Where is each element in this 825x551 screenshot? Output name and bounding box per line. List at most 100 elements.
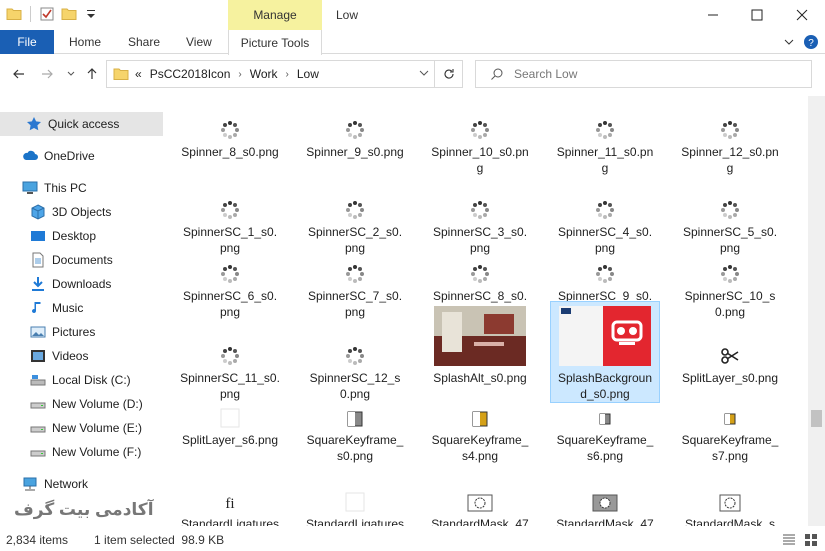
customize-dropdown-icon[interactable] (83, 6, 99, 22)
refresh-button[interactable] (434, 61, 462, 87)
file-item[interactable]: SplitLayer_s0.png (676, 302, 784, 386)
network-icon (23, 477, 37, 491)
nav-item-desktop[interactable]: Desktop (0, 224, 164, 248)
details-view-icon[interactable] (781, 532, 797, 548)
folder-icon (113, 68, 129, 80)
file-thumbnail (470, 238, 490, 284)
vertical-scrollbar[interactable] (808, 96, 825, 526)
file-item[interactable]: StandardLigatures_s6.png (301, 466, 409, 526)
file-thumbnail (559, 302, 651, 366)
up-button[interactable] (83, 65, 101, 83)
file-item[interactable]: StandardMask_s0.png (676, 466, 784, 526)
nav-item-pictures[interactable]: Pictures (0, 320, 164, 344)
breadcrumb-item[interactable]: PsCC2018Icon (150, 67, 231, 81)
chevron-down-icon[interactable] (418, 67, 430, 79)
keyframe-thumbnail (347, 411, 363, 427)
file-item[interactable]: Spinner_12_s0.png (676, 96, 784, 176)
nav-item-local-disk-c[interactable]: Local Disk (C:) (0, 368, 164, 392)
file-thumbnail (720, 238, 740, 284)
file-item[interactable]: Spinner_11_s0.png (551, 96, 659, 176)
folder-icon[interactable] (6, 6, 22, 22)
nav-item-music[interactable]: Music (0, 296, 164, 320)
file-thumbnail (720, 302, 740, 366)
close-button[interactable] (779, 0, 824, 30)
file-item[interactable]: SplashAlt_s0.png (426, 302, 534, 386)
file-item[interactable]: Spinner_9_s0.png (301, 96, 409, 160)
spinner-thumbnail (346, 265, 364, 283)
file-item[interactable]: Spinner_8_s0.png (176, 96, 284, 160)
nav-item-videos[interactable]: Videos (0, 344, 164, 368)
file-item[interactable]: SpinnerSC_11_s0.png (176, 302, 284, 402)
nav-label: Desktop (52, 229, 97, 243)
file-item[interactable]: SquareKeyframe_s7.png (676, 402, 784, 464)
recent-locations-button[interactable] (62, 65, 80, 83)
file-thumbnail (220, 302, 240, 366)
help-icon[interactable]: ? (803, 34, 819, 50)
tab-file[interactable]: File (0, 30, 54, 54)
nav-label: New Volume (E:) (52, 421, 143, 435)
nav-item-quick-access[interactable]: Quick access (0, 112, 163, 136)
expand-ribbon-icon[interactable] (783, 36, 795, 48)
new-folder-icon[interactable] (61, 6, 77, 22)
chevron-right-icon[interactable]: › (286, 69, 289, 80)
splash-alt-thumbnail (434, 306, 526, 366)
breadcrumb-item[interactable]: Low (297, 67, 319, 81)
address-bar[interactable]: « PsCC2018Icon › Work › Low (106, 60, 463, 88)
desktop-icon (31, 231, 45, 241)
spinner-thumbnail (721, 121, 739, 139)
breadcrumb-overflow[interactable]: « (135, 67, 142, 81)
tab-share[interactable]: Share (128, 30, 160, 54)
back-button[interactable] (10, 65, 28, 83)
nav-item-documents[interactable]: Documents (0, 248, 164, 272)
nav-label: 3D Objects (52, 205, 112, 219)
file-item[interactable]: Spinner_10_s0.png (426, 96, 534, 176)
chevron-right-icon[interactable]: › (238, 69, 241, 80)
up-arrow-icon (87, 68, 97, 79)
nav-item-3d-objects[interactable]: 3D Objects (0, 200, 164, 224)
nav-item-volume-d[interactable]: New Volume (D:) (0, 392, 164, 416)
selection-info: 1 item selected 98.9 KB (94, 532, 225, 547)
large-icons-view-icon[interactable] (803, 532, 819, 548)
file-item[interactable]: SplitLayer_s6.png (176, 402, 284, 448)
file-item[interactable]: StandardMask_4718_s0.png (426, 466, 534, 526)
file-item[interactable]: StandardMask_4718_s6.png (551, 466, 659, 526)
breadcrumb-item[interactable]: Work (250, 67, 278, 81)
nav-label: Music (52, 301, 84, 315)
forward-arrow-icon (42, 69, 53, 79)
tab-view[interactable]: View (186, 30, 212, 54)
file-thumbnail (345, 302, 365, 366)
spinner-thumbnail (221, 265, 239, 283)
file-item[interactable]: SquareKeyframe_s6.png (551, 402, 659, 464)
search-input[interactable]: Search Low (475, 60, 812, 88)
minimize-button[interactable] (690, 0, 735, 30)
tab-picture-tools[interactable]: Picture Tools (228, 30, 322, 55)
forward-button[interactable] (38, 65, 56, 83)
disk-icon (30, 375, 46, 386)
nav-label: Downloads (52, 277, 112, 291)
ribbon-tabs: File Home Share View Picture Tools ? (0, 30, 825, 55)
nav-item-downloads[interactable]: Downloads (0, 272, 164, 296)
properties-icon[interactable] (39, 6, 55, 22)
tab-home[interactable]: Home (69, 30, 101, 54)
drive-icon (30, 426, 46, 433)
nav-item-this-pc[interactable]: This PC (0, 176, 164, 200)
scrollbar-thumb[interactable] (811, 410, 822, 427)
spinner-thumbnail (346, 347, 364, 365)
file-name: SquareKeyframe_s0.png (306, 433, 404, 463)
file-item[interactable]: SquareKeyframe_s0.png (301, 402, 409, 464)
blank-thumbnail (220, 408, 240, 428)
nav-item-volume-f[interactable]: New Volume (F:) (0, 440, 164, 464)
nav-item-onedrive[interactable]: OneDrive (0, 144, 164, 168)
maximize-button[interactable] (734, 0, 779, 30)
file-name: SquareKeyframe_s6.png (556, 433, 654, 463)
file-item[interactable]: SplashBackground_s0.png (550, 301, 660, 403)
file-thumbnail (345, 466, 365, 512)
file-name: StandardMask_4718_s6.png (556, 517, 654, 526)
nav-item-network[interactable]: Network (0, 472, 164, 496)
nav-item-volume-e[interactable]: New Volume (E:) (0, 416, 164, 440)
file-name: Spinner_12_s0.png (681, 145, 779, 175)
manage-tab[interactable]: Manage (228, 0, 322, 30)
file-item[interactable]: fi StandardLigatures_s0.png (176, 466, 284, 526)
file-item[interactable]: SquareKeyframe_s4.png (426, 402, 534, 464)
file-item[interactable]: SpinnerSC_12_s0.png (301, 302, 409, 402)
